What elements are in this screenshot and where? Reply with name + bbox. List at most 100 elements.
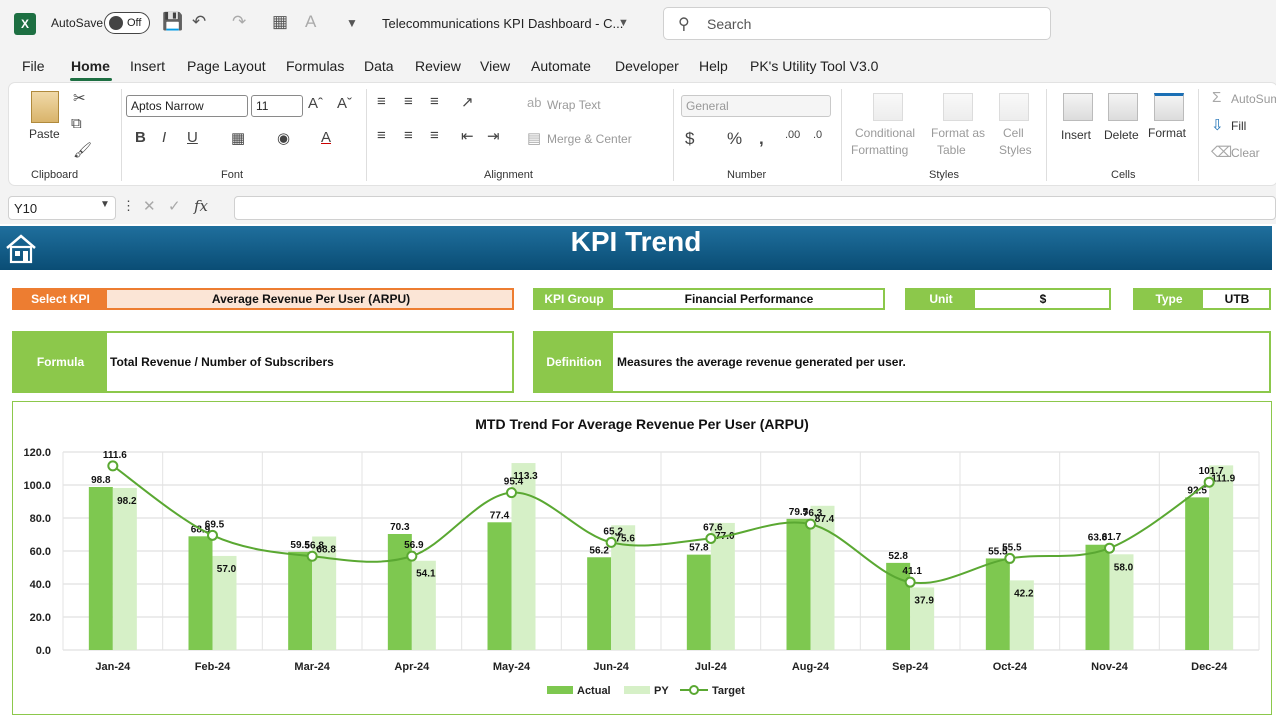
fill-color-icon[interactable]: ◉ (277, 129, 290, 147)
x-tick-label: Mar-24 (294, 661, 330, 673)
cell-label[interactable]: Cell (1003, 126, 1024, 140)
search-box[interactable]: ⚲ Search (663, 7, 1051, 40)
bar-actual (686, 554, 711, 650)
align-right-icon[interactable]: ≡ (430, 127, 439, 144)
align-middle-icon[interactable]: ≡ (404, 93, 413, 110)
increase-font-icon[interactable]: Aˆ (308, 95, 323, 112)
conditional-formatting-label[interactable]: Conditional (855, 126, 915, 140)
format-painter-icon[interactable]: 🖌 (73, 141, 92, 159)
align-left-icon[interactable]: ≡ (377, 127, 386, 144)
underline-button[interactable]: U (187, 129, 198, 146)
definition-field: Definition Measures the average revenue … (533, 331, 1271, 393)
more-icon[interactable]: ⋮ (122, 198, 135, 214)
clear-icon: ⌫ (1211, 144, 1233, 161)
data-label-actual: 70.3 (390, 522, 410, 533)
select-kpi-field[interactable]: Select KPI Average Revenue Per User (ARP… (12, 288, 514, 310)
decrease-decimal-icon[interactable]: .0 (813, 129, 822, 141)
kpi-group-field: KPI Group Financial Performance (533, 288, 885, 310)
bar-actual (487, 522, 512, 650)
tab-pk-utility[interactable]: PK's Utility Tool V3.0 (750, 58, 878, 74)
active-tab-indicator (70, 78, 112, 81)
currency-icon[interactable]: $ (685, 129, 694, 149)
autosave-toggle[interactable]: Off (104, 12, 150, 34)
customize-toolbar-icon[interactable]: ▼ (346, 16, 358, 30)
insert-function-button[interactable]: fx (194, 197, 208, 215)
kpi-group-label: KPI Group (535, 290, 613, 308)
formatting-label[interactable]: Formatting (851, 143, 908, 157)
bar-actual (587, 557, 612, 650)
bold-button[interactable]: B (135, 129, 146, 146)
cut-icon[interactable]: ✂ (73, 89, 86, 107)
fill-button[interactable]: Fill (1231, 119, 1246, 133)
target-point (1004, 552, 1016, 564)
clipboard-group-label: Clipboard (31, 169, 79, 181)
select-kpi-value[interactable]: Average Revenue Per User (ARPU) (110, 290, 512, 308)
select-kpi-label: Select KPI (14, 290, 107, 308)
tab-formulas[interactable]: Formulas (286, 58, 344, 74)
bar-actual (1085, 544, 1110, 650)
autosum-button[interactable]: AutoSum (1231, 92, 1276, 106)
enter-icon[interactable]: ✓ (168, 197, 181, 215)
name-box-dropdown-icon[interactable]: ▼ (100, 199, 110, 210)
chevron-down-icon[interactable]: ▼ (618, 17, 629, 29)
font-name-select[interactable]: Aptos Narrow (126, 95, 248, 117)
tab-help[interactable]: Help (699, 58, 728, 74)
orientation-icon[interactable]: ↗ (461, 93, 474, 111)
tab-home[interactable]: Home (71, 58, 110, 74)
redo-icon[interactable]: ↷ (232, 12, 246, 32)
data-label-py: 42.2 (1014, 588, 1034, 599)
definition-label: Definition (535, 333, 613, 391)
wrap-text-button[interactable]: Wrap Text (547, 98, 601, 112)
copy-icon[interactable]: ⧉ (71, 115, 82, 132)
percent-icon[interactable]: % (727, 129, 742, 149)
number-format-select[interactable]: General (681, 95, 831, 117)
insert-button[interactable]: Insert (1061, 128, 1091, 142)
tab-data[interactable]: Data (364, 58, 394, 74)
tab-review[interactable]: Review (415, 58, 461, 74)
cancel-icon[interactable]: ✕ (143, 197, 156, 215)
tab-file[interactable]: File (22, 58, 45, 74)
data-label-py: 98.2 (117, 496, 137, 507)
format-button[interactable]: Format (1148, 126, 1186, 140)
paste-button[interactable]: Paste (29, 127, 60, 141)
italic-button[interactable]: I (162, 129, 166, 146)
tab-page-layout[interactable]: Page Layout (187, 58, 266, 74)
comma-style-icon[interactable]: , (759, 129, 764, 149)
document-title[interactable]: Telecommunications KPI Dashboard - C... (382, 16, 623, 31)
y-tick-label: 60.0 (30, 546, 51, 558)
borders-icon[interactable]: ▦ (272, 12, 288, 32)
paste-icon[interactable] (31, 91, 59, 123)
increase-indent-icon[interactable]: ⇥ (487, 127, 500, 145)
increase-decimal-icon[interactable]: .00 (785, 129, 800, 141)
tab-view[interactable]: View (480, 58, 510, 74)
data-label-py: 58.0 (1114, 562, 1134, 573)
align-bottom-icon[interactable]: ≡ (430, 93, 439, 110)
border-icon[interactable]: ▦ (231, 129, 245, 147)
font-size-select[interactable]: 11 (251, 95, 303, 117)
font-group-label: Font (221, 169, 244, 181)
align-top-icon[interactable]: ≡ (377, 93, 386, 110)
tab-developer[interactable]: Developer (615, 58, 679, 74)
decrease-indent-icon[interactable]: ⇤ (461, 127, 474, 145)
x-tick-label: Aug-24 (792, 661, 830, 673)
formula-input[interactable] (234, 196, 1276, 220)
tab-automate[interactable]: Automate (531, 58, 591, 74)
font-color-icon[interactable]: A (305, 12, 316, 32)
font-color-icon[interactable]: A (321, 129, 331, 146)
format-as-label[interactable]: Format as (931, 126, 985, 140)
tab-insert[interactable]: Insert (130, 58, 165, 74)
merge-center-button[interactable]: Merge & Center (547, 132, 632, 146)
styles-group-label: Styles (929, 169, 959, 181)
type-value: UTB (1224, 292, 1250, 306)
delete-button[interactable]: Delete (1104, 128, 1139, 142)
legend-label-py: PY (654, 685, 669, 697)
x-tick-label: May-24 (493, 661, 531, 673)
clear-button[interactable]: Clear (1231, 146, 1260, 160)
styles-label[interactable]: Styles (999, 143, 1032, 157)
table-label[interactable]: Table (937, 143, 966, 157)
save-icon[interactable]: 💾 (162, 12, 183, 32)
decrease-font-icon[interactable]: Aˇ (337, 95, 352, 112)
align-center-icon[interactable]: ≡ (404, 127, 413, 144)
undo-icon[interactable]: ↶ (192, 12, 206, 32)
x-tick-label: Dec-24 (1191, 661, 1228, 673)
